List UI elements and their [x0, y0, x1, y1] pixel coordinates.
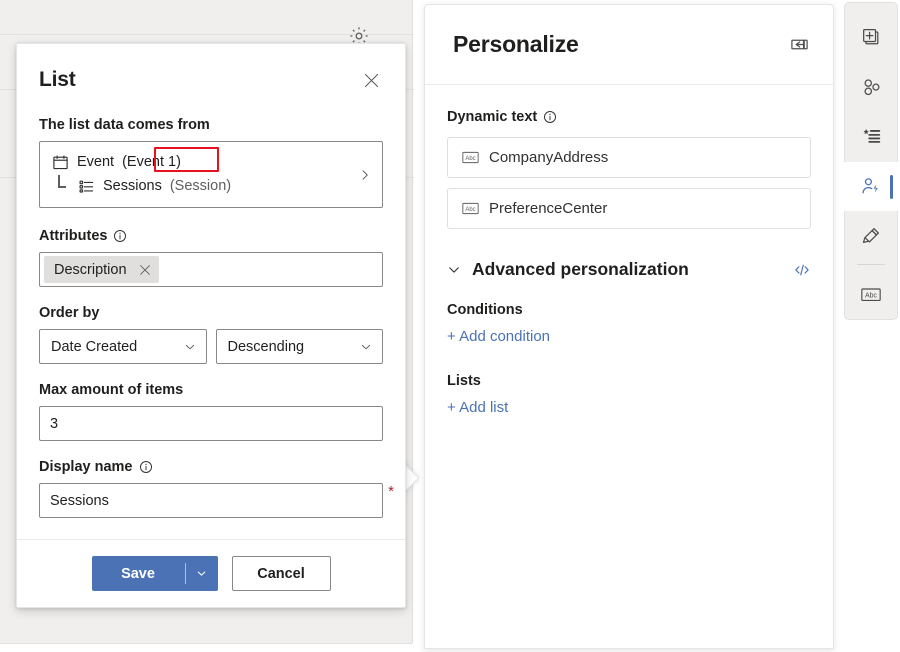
order-by-label: Order by — [39, 303, 99, 323]
dialog-title: List — [39, 66, 76, 94]
page-title: Personalize — [453, 31, 579, 58]
dialog-header: List — [17, 44, 405, 100]
brush-styles-icon[interactable] — [844, 211, 898, 261]
info-icon[interactable] — [113, 229, 127, 243]
rail-divider — [857, 264, 885, 265]
chevron-down-icon — [360, 341, 372, 353]
attributes-label: Attributes — [39, 226, 107, 246]
abc-text-icon[interactable]: Abc — [844, 269, 898, 319]
list-icon — [78, 178, 95, 195]
svg-text:Abc: Abc — [865, 292, 878, 299]
data-source-primary-row: Event (Event 1) — [52, 152, 348, 172]
chevron-down-icon — [447, 263, 461, 277]
add-element-icon[interactable] — [844, 13, 898, 63]
display-name-input[interactable]: Sessions — [39, 483, 383, 518]
data-source-primary-detail: (Event 1) — [122, 152, 181, 172]
chevron-down-icon — [184, 341, 196, 353]
attribute-chip-label: Description — [54, 262, 127, 278]
display-name-section-label: Display name — [39, 457, 383, 477]
advanced-personalization-title: Advanced personalization — [472, 259, 689, 280]
display-name-label: Display name — [39, 457, 133, 477]
chevron-right-icon[interactable] — [359, 169, 371, 181]
conditions-label: Conditions — [447, 302, 811, 318]
attributes-input[interactable]: Description — [39, 252, 383, 287]
max-items-label: Max amount of items — [39, 380, 183, 400]
list-dialog: List The list data comes from — [16, 43, 406, 608]
advanced-personalization-toggle[interactable]: Advanced personalization — [447, 259, 689, 280]
calendar-icon — [52, 154, 69, 171]
info-icon[interactable] — [543, 110, 557, 124]
personalize-icon[interactable] — [844, 162, 898, 212]
data-source-primary-name: Event — [77, 152, 114, 172]
panel-body: Dynamic text Abc CompanyAddress — [425, 85, 833, 444]
dynamic-text-section-label: Dynamic text — [447, 107, 811, 127]
list-item-label: CompanyAddress — [489, 149, 608, 166]
abc-text-icon: Abc — [462, 151, 479, 164]
close-icon[interactable] — [357, 66, 385, 94]
order-by-section-label: Order by — [39, 303, 383, 323]
order-by-direction-value: Descending — [228, 339, 305, 355]
attributes-section-label: Attributes — [39, 226, 383, 246]
list-item[interactable]: Abc CompanyAddress — [447, 137, 811, 178]
panel-header: Personalize — [425, 5, 833, 85]
data-source-child-detail: (Session) — [170, 176, 231, 196]
tree-connector-icon — [56, 178, 70, 194]
data-source-selector[interactable]: Event (Event 1) Sessions (Session — [39, 141, 383, 208]
info-icon[interactable] — [139, 460, 153, 474]
abc-text-icon: Abc — [462, 202, 479, 215]
source-section-label: The list data comes from — [39, 115, 383, 135]
lists-label: Lists — [447, 373, 811, 389]
max-items-value: 3 — [50, 416, 58, 432]
list-item[interactable]: Abc PreferenceCenter — [447, 188, 811, 229]
display-name-value: Sessions — [50, 493, 109, 509]
panel-collapse-icon[interactable] — [787, 33, 811, 57]
add-list-link[interactable]: + Add list — [447, 399, 508, 416]
save-button[interactable]: Save — [92, 556, 218, 591]
required-marker: * — [388, 486, 394, 498]
app-root: Personalize Dynamic text — [0, 0, 900, 652]
order-by-direction-select[interactable]: Descending — [216, 329, 384, 364]
add-condition-link[interactable]: + Add condition — [447, 328, 550, 345]
order-by-field-select[interactable]: Date Created — [39, 329, 207, 364]
display-name-wrapper: Sessions * — [39, 483, 383, 518]
close-icon[interactable] — [139, 264, 151, 276]
list-item-label: PreferenceCenter — [489, 200, 607, 217]
code-edit-icon[interactable] — [793, 261, 811, 279]
components-icon[interactable] — [844, 63, 898, 113]
dialog-body: The list data comes from Event (Event 1) — [17, 100, 405, 539]
attribute-chip[interactable]: Description — [44, 256, 159, 283]
personalize-panel: Personalize Dynamic text — [424, 4, 834, 649]
data-source-child-row: Sessions (Session) — [52, 176, 348, 196]
svg-text:Abc: Abc — [465, 156, 475, 162]
max-items-input[interactable]: 3 — [39, 406, 383, 441]
right-toolbar-rail: Abc — [844, 2, 898, 320]
order-by-field-value: Date Created — [51, 339, 137, 355]
data-source-child-name: Sessions — [103, 176, 162, 196]
source-label: The list data comes from — [39, 115, 210, 135]
chevron-down-icon[interactable] — [186, 556, 218, 591]
advanced-personalization-header: Advanced personalization — [447, 259, 811, 280]
dynamic-text-label: Dynamic text — [447, 107, 537, 127]
order-by-row: Date Created Descending — [39, 329, 383, 364]
starred-list-icon[interactable] — [844, 112, 898, 162]
svg-text:Abc: Abc — [465, 207, 475, 213]
cancel-button[interactable]: Cancel — [232, 556, 331, 591]
cancel-button-label: Cancel — [257, 566, 305, 582]
save-button-label: Save — [92, 556, 185, 591]
dialog-footer: Save Cancel — [17, 539, 405, 607]
max-items-section-label: Max amount of items — [39, 380, 383, 400]
